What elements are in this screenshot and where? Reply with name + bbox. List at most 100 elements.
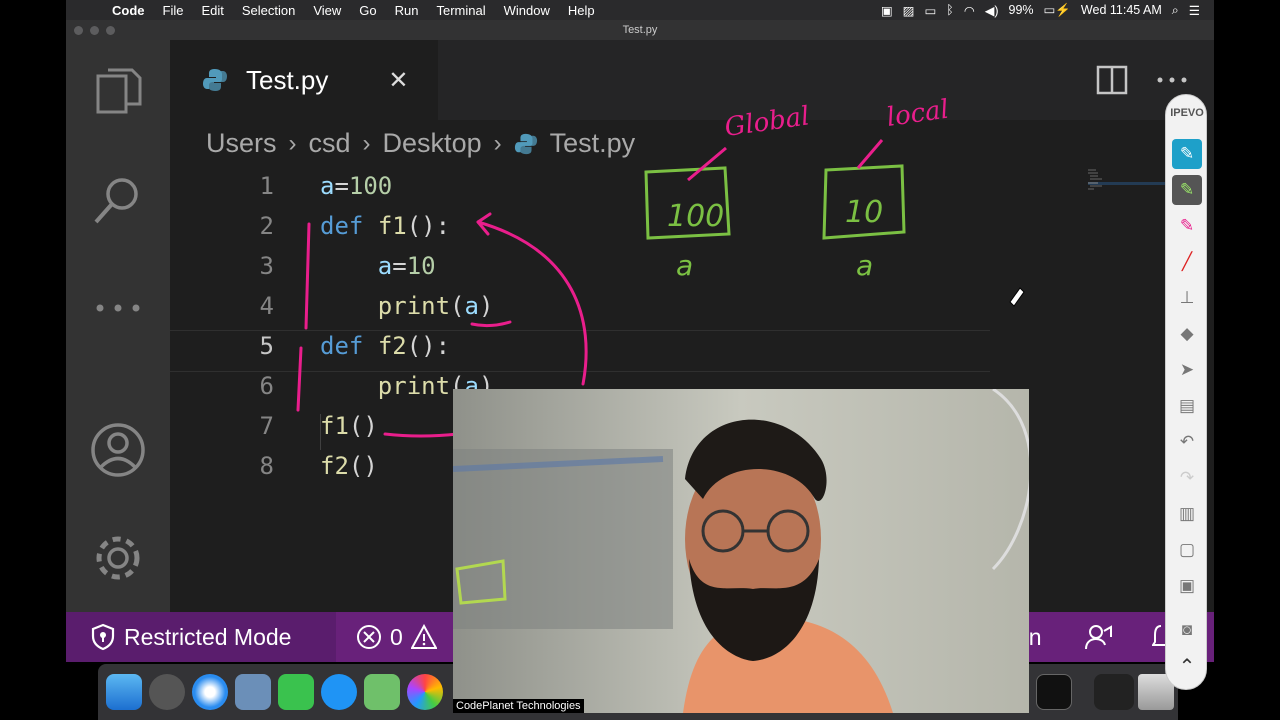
line-number: 7 [259,412,274,440]
messages-icon[interactable] [321,674,357,710]
restricted-mode-label: Restricted Mode [124,623,292,650]
camera-icon[interactable]: ◙ [1172,615,1202,645]
shield-icon [91,623,115,651]
photos-icon[interactable] [407,674,443,710]
menu-app-code[interactable]: Code [112,3,145,18]
spotlight-search-icon[interactable]: ⌕ [1172,3,1179,18]
minimized-window-thumbnail[interactable] [1094,674,1134,710]
chevron-right-icon: › [493,129,502,157]
facetime-icon[interactable] [278,674,314,710]
menu-bar: Code File Edit Selection View Go Run Ter… [66,0,1214,20]
undo-icon[interactable]: ↶ [1172,427,1202,457]
volume-icon[interactable]: ◀) [985,3,999,18]
tab-close-icon[interactable]: ✕ [388,66,408,95]
screen-capture-icon[interactable]: ▣ [1172,571,1202,601]
menu-edit[interactable]: Edit [201,3,223,18]
menu-terminal[interactable]: Terminal [437,3,486,18]
camera-status-icon[interactable]: ▣ [881,3,893,18]
red-line-icon[interactable]: ╱ [1172,247,1202,277]
chevron-right-icon: › [288,129,297,157]
code-line: print(a) [377,292,494,320]
line-number: 4 [259,292,274,320]
webcam-scene [453,389,1029,713]
accounts-icon[interactable] [88,420,148,480]
line-number: 1 [259,172,274,200]
line-number: 6 [259,372,274,400]
warning-icon [410,624,437,649]
menu-view[interactable]: View [313,3,341,18]
error-icon [357,625,381,649]
green-pen-icon[interactable]: ✎ [1172,175,1202,205]
current-line-highlight [170,330,990,372]
code-line: a=100 [320,172,393,200]
line-number: 2 [259,212,274,240]
tab-test-py[interactable]: Test.py ✕ [170,40,438,120]
menu-go[interactable]: Go [359,3,376,18]
screen-share-icon[interactable]: ▨ [903,3,915,18]
briefcase-icon[interactable]: ▤ [1172,391,1202,421]
ipevo-toolbar: IPEVO ✎ ✎ ✎ ╱ ⊥ ◆ ➤ ▤ ↶ ↷ ▥ ▢ ▣ ◙ ⌃ [1165,94,1207,690]
bluetooth-icon[interactable]: ᛒ [946,3,954,17]
battery-icon[interactable]: ▭⚡ [1044,2,1071,18]
breadcrumb-desktop[interactable]: Desktop [383,128,482,159]
breadcrumb-csd[interactable]: csd [309,128,351,159]
battery-percent: 99% [1008,3,1034,17]
whiteboard-icon[interactable]: ▢ [1172,535,1202,565]
chevron-up-icon[interactable]: ⌃ [1172,651,1202,681]
webcam-caption: CodePlanet Technologies [453,699,584,713]
pointer-icon[interactable]: ➤ [1172,355,1202,385]
tab-bar: Test.py ✕ [170,40,1214,120]
code-line: a=10 [377,252,436,280]
python-icon [203,69,227,91]
menu-selection[interactable]: Selection [242,3,295,18]
minimap[interactable] [1088,168,1168,198]
trash-icon[interactable]: ▥ [1172,499,1202,529]
line-number: 8 [259,452,274,480]
minimize-window-button[interactable] [90,26,99,35]
breadcrumb: Users › csd › Desktop › Test.py [206,128,635,159]
more-actions-icon[interactable] [1156,74,1188,86]
pen-settings-icon[interactable]: ✎ [1172,139,1202,169]
menu-window[interactable]: Window [504,3,550,18]
control-center-icon[interactable]: ☰ [1189,3,1200,18]
code-line: f2() [320,452,378,480]
breadcrumb-file[interactable]: Test.py [550,128,636,159]
preview-icon[interactable] [235,674,271,710]
terminal-icon[interactable] [1036,674,1072,710]
error-count: 0 [390,623,403,650]
restricted-mode-indicator[interactable]: Restricted Mode [66,612,336,662]
chevron-right-icon: › [362,129,371,157]
safari-icon[interactable] [192,674,228,710]
problems-indicator[interactable]: 0 [356,612,437,662]
live-share-icon[interactable] [1084,623,1114,651]
gear-icon[interactable] [88,528,148,588]
stamp-icon[interactable]: ⊥ [1172,283,1202,313]
breadcrumb-users[interactable]: Users [206,128,277,159]
tab-label: Test.py [246,64,329,95]
line-number: 5 [259,332,274,360]
zoom-window-button[interactable] [106,26,115,35]
split-editor-icon[interactable] [1096,64,1128,96]
window-title-bar: Test.py [66,20,1214,40]
code-line: def f2(): [320,332,451,360]
airplay-icon[interactable]: ▭ [924,3,936,18]
window-title: Test.py [622,24,658,36]
explorer-icon[interactable] [88,62,148,122]
menu-help[interactable]: Help [568,3,595,18]
clock[interactable]: Wed 11:45 AM [1081,3,1162,17]
eraser-icon[interactable]: ◆ [1172,319,1202,349]
line-number: 3 [259,252,274,280]
menu-run[interactable]: Run [395,3,419,18]
close-window-button[interactable] [74,26,83,35]
wifi-icon[interactable]: ◠ [964,3,975,18]
search-icon[interactable] [88,170,148,230]
finder-icon[interactable] [106,674,142,710]
launchpad-icon[interactable] [149,674,185,710]
menu-file[interactable]: File [163,3,184,18]
maps-icon[interactable] [364,674,400,710]
webcam-video: CodePlanet Technologies [453,389,1029,713]
activity-bar [66,40,170,612]
pink-pen-icon[interactable]: ✎ [1172,211,1202,241]
redo-icon[interactable]: ↷ [1172,463,1202,493]
more-icon[interactable] [88,278,148,338]
